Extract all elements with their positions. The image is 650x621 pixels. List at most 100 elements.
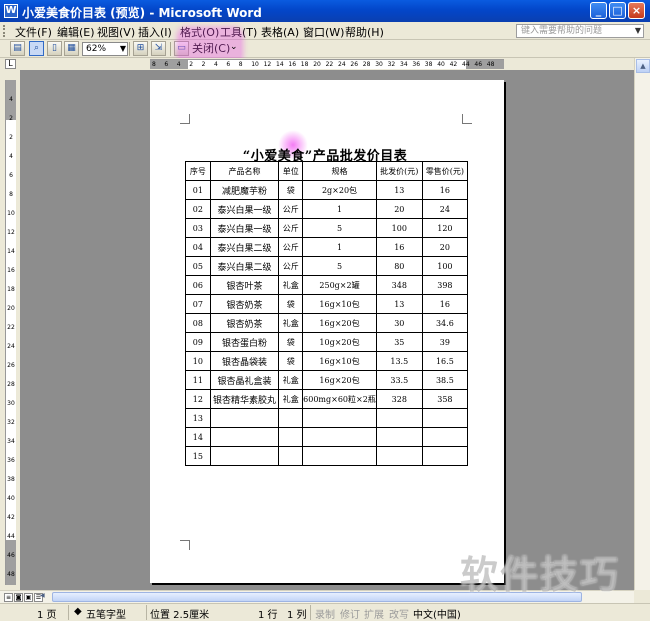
table-cell: 20 [375, 199, 423, 219]
ruler-tick-label: 14 [276, 61, 284, 68]
table-cell: 公斤 [278, 256, 304, 276]
status-track-changes[interactable]: 修订 [340, 606, 360, 621]
status-language[interactable]: 中文(中国) [413, 606, 461, 621]
ime-icon[interactable]: ◆ [74, 606, 82, 617]
one-page-button[interactable]: ▯ [47, 41, 62, 56]
table-cell: 11 [185, 370, 211, 390]
ruler-tick-label: 6 [164, 61, 169, 68]
table-cell: 礼盒 [278, 389, 304, 409]
table-row: 05 泰兴白果二级 公斤 5 80 100 [185, 256, 469, 276]
table-cell: 泰兴白果二级 [209, 256, 280, 276]
menu-file[interactable]: 文件(F) [15, 24, 52, 40]
ruler-tick-label: 46 [7, 552, 15, 559]
ruler-tick-label: 42 [449, 61, 458, 68]
ruler-tick-label: 36 [412, 61, 421, 68]
minimize-button[interactable]: _ [590, 2, 607, 19]
ruler-tick-label: 2 [201, 61, 206, 68]
ruler-tick-label: 42 [7, 514, 15, 521]
normal-view-icon[interactable]: ≡ [4, 593, 13, 602]
ruler-tick-label: 8 [152, 61, 156, 68]
table-cell: 34.6 [421, 313, 469, 333]
ruler-tick-label: 44 [462, 61, 470, 68]
table-cell: 公斤 [278, 199, 304, 219]
shrink-to-fit-button[interactable]: ⇲ [151, 41, 166, 56]
print-button[interactable]: ▤ [10, 41, 25, 56]
status-record[interactable]: 录制 [315, 606, 335, 621]
print-preview-toolbar: ▤ ⌕ ▯ ▦ 62% ▼ ⊞ ⇲ ▭ 关闭(C) [0, 40, 650, 58]
menu-view[interactable]: 视图(V) [97, 24, 135, 40]
table-cell: 礼盒 [278, 275, 304, 295]
table-cell: 泰兴白果一级 [209, 199, 280, 219]
table-cell: 16 [421, 294, 469, 314]
ruler-tick-label: 40 [7, 495, 15, 502]
crop-mark [180, 540, 190, 550]
status-line: 1 行 [258, 610, 278, 621]
ruler-tick-label: 48 [486, 61, 495, 68]
header-cell: 批发价(元) [375, 161, 423, 181]
table-cell: 礼盒 [278, 370, 304, 390]
multiple-pages-button[interactable]: ▦ [64, 41, 79, 56]
menu-edit[interactable]: 编辑(E) [57, 24, 95, 40]
status-page: 1 页 [37, 610, 57, 621]
vertical-scrollbar[interactable]: ▲ [634, 58, 650, 590]
chevron-down-icon[interactable]: ▼ [635, 25, 641, 37]
status-overtype[interactable]: 改写 [389, 606, 409, 621]
status-extend[interactable]: 扩展 [364, 606, 384, 621]
ruler-tick-label: 46 [474, 61, 483, 68]
table-cell: 公斤 [278, 237, 304, 257]
header-cell: 序号 [185, 161, 211, 181]
close-window-button[interactable]: × [628, 2, 645, 19]
ruler-tick-label: 34 [400, 61, 408, 68]
menu-help[interactable]: 帮助(H) [345, 24, 384, 40]
toolbar-separator [129, 42, 130, 56]
table-row: 10 银杏晶袋装袋 16g×10包 13.5 16.5 [185, 351, 469, 371]
table-cell: 07 [185, 294, 211, 314]
menu-insert[interactable]: 插入(I) [138, 24, 172, 40]
view-ruler-button[interactable]: ⊞ [133, 41, 148, 56]
scroll-left-icon[interactable]: ◀ [40, 592, 50, 602]
ruler-tick-label: 24 [338, 61, 346, 68]
crop-mark [180, 114, 190, 124]
table-header-row: 序号 产品名称 单位 规格 批发价(元) 零售价(元) [185, 161, 469, 181]
zoom-select[interactable]: 62% ▼ [82, 42, 128, 56]
table-row: 12 银杏精华素胶丸 礼盒 600mg×60粒×2瓶 328 358 [185, 389, 469, 409]
magnifier-button[interactable]: ⌕ [29, 41, 44, 56]
table-cell [209, 446, 280, 466]
ruler-tick-label: 6 [9, 172, 13, 179]
table-cell: 银杏蛋白粉 [209, 332, 280, 352]
table-cell: 银杏奶茶 [209, 294, 280, 314]
menu-table[interactable]: 表格(A) [261, 24, 299, 40]
table-cell: 39 [421, 332, 469, 352]
table-cell: 35 [375, 332, 423, 352]
menu-grip[interactable] [3, 25, 6, 37]
ruler-tick-label: 32 [7, 419, 15, 426]
table-cell: 328 [375, 389, 423, 409]
table-cell [302, 446, 377, 466]
table-cell: 80 [375, 256, 423, 276]
tab-selector-icon[interactable]: L [5, 59, 16, 69]
table-cell: 16.5 [421, 351, 469, 371]
table-cell: 120 [421, 218, 469, 238]
table-cell: 银杏精华素胶丸 [209, 389, 280, 409]
status-column: 1 列 [287, 610, 307, 621]
table-cell: 减肥魔芋粉 [209, 180, 280, 200]
maximize-button[interactable]: □ [609, 2, 626, 19]
menu-window[interactable]: 窗口(W) [303, 24, 344, 40]
web-view-icon[interactable]: ◙ [14, 593, 23, 602]
help-search-input[interactable]: 键入需要帮助的问题 ▼ [516, 24, 644, 38]
table-cell [209, 408, 280, 428]
table-cell [302, 427, 377, 447]
shrink-icon: ⇲ [154, 43, 163, 53]
chevron-down-icon[interactable]: ▼ [120, 43, 126, 55]
ruler-tick-label: 20 [313, 61, 321, 68]
toolbar-options-icon[interactable]: ⌄ [230, 42, 238, 52]
table-row: 01 减肥魔芋粉袋 2g×20包 13 16 [185, 180, 469, 200]
print-layout-icon[interactable]: ▣ [24, 593, 33, 602]
ruler-tick-label: 26 [350, 61, 359, 68]
status-ime[interactable]: 五笔字型 [86, 606, 126, 621]
table-cell: 03 [185, 218, 211, 238]
table-row: 14 [185, 427, 469, 447]
scroll-up-icon[interactable]: ▲ [636, 59, 650, 73]
word-app-icon[interactable]: W [4, 4, 18, 18]
horizontal-ruler[interactable]: 8 6 4 2 2 4 6 8 10 12 14 16 18 20 22 24 26 28 30 32 34 36 38 40… [150, 59, 504, 69]
